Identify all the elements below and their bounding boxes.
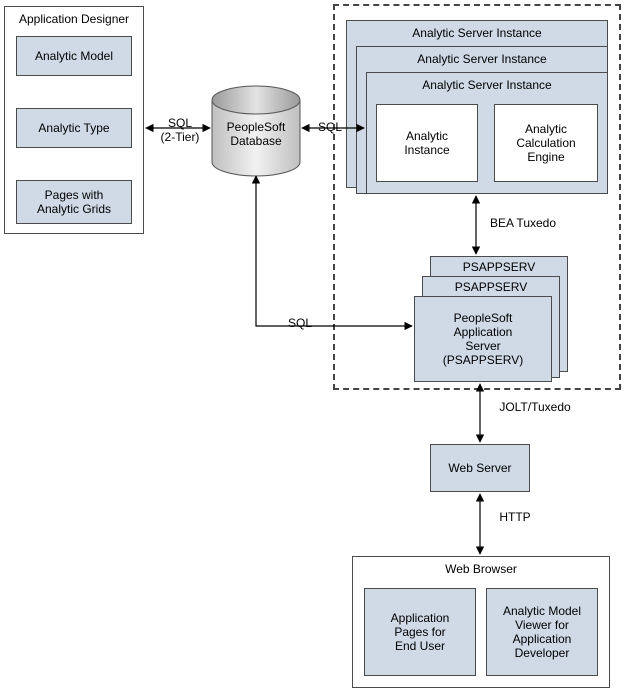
architecture-diagram: Application Designer Analytic Model Anal… <box>0 0 627 699</box>
arrows <box>0 0 627 699</box>
